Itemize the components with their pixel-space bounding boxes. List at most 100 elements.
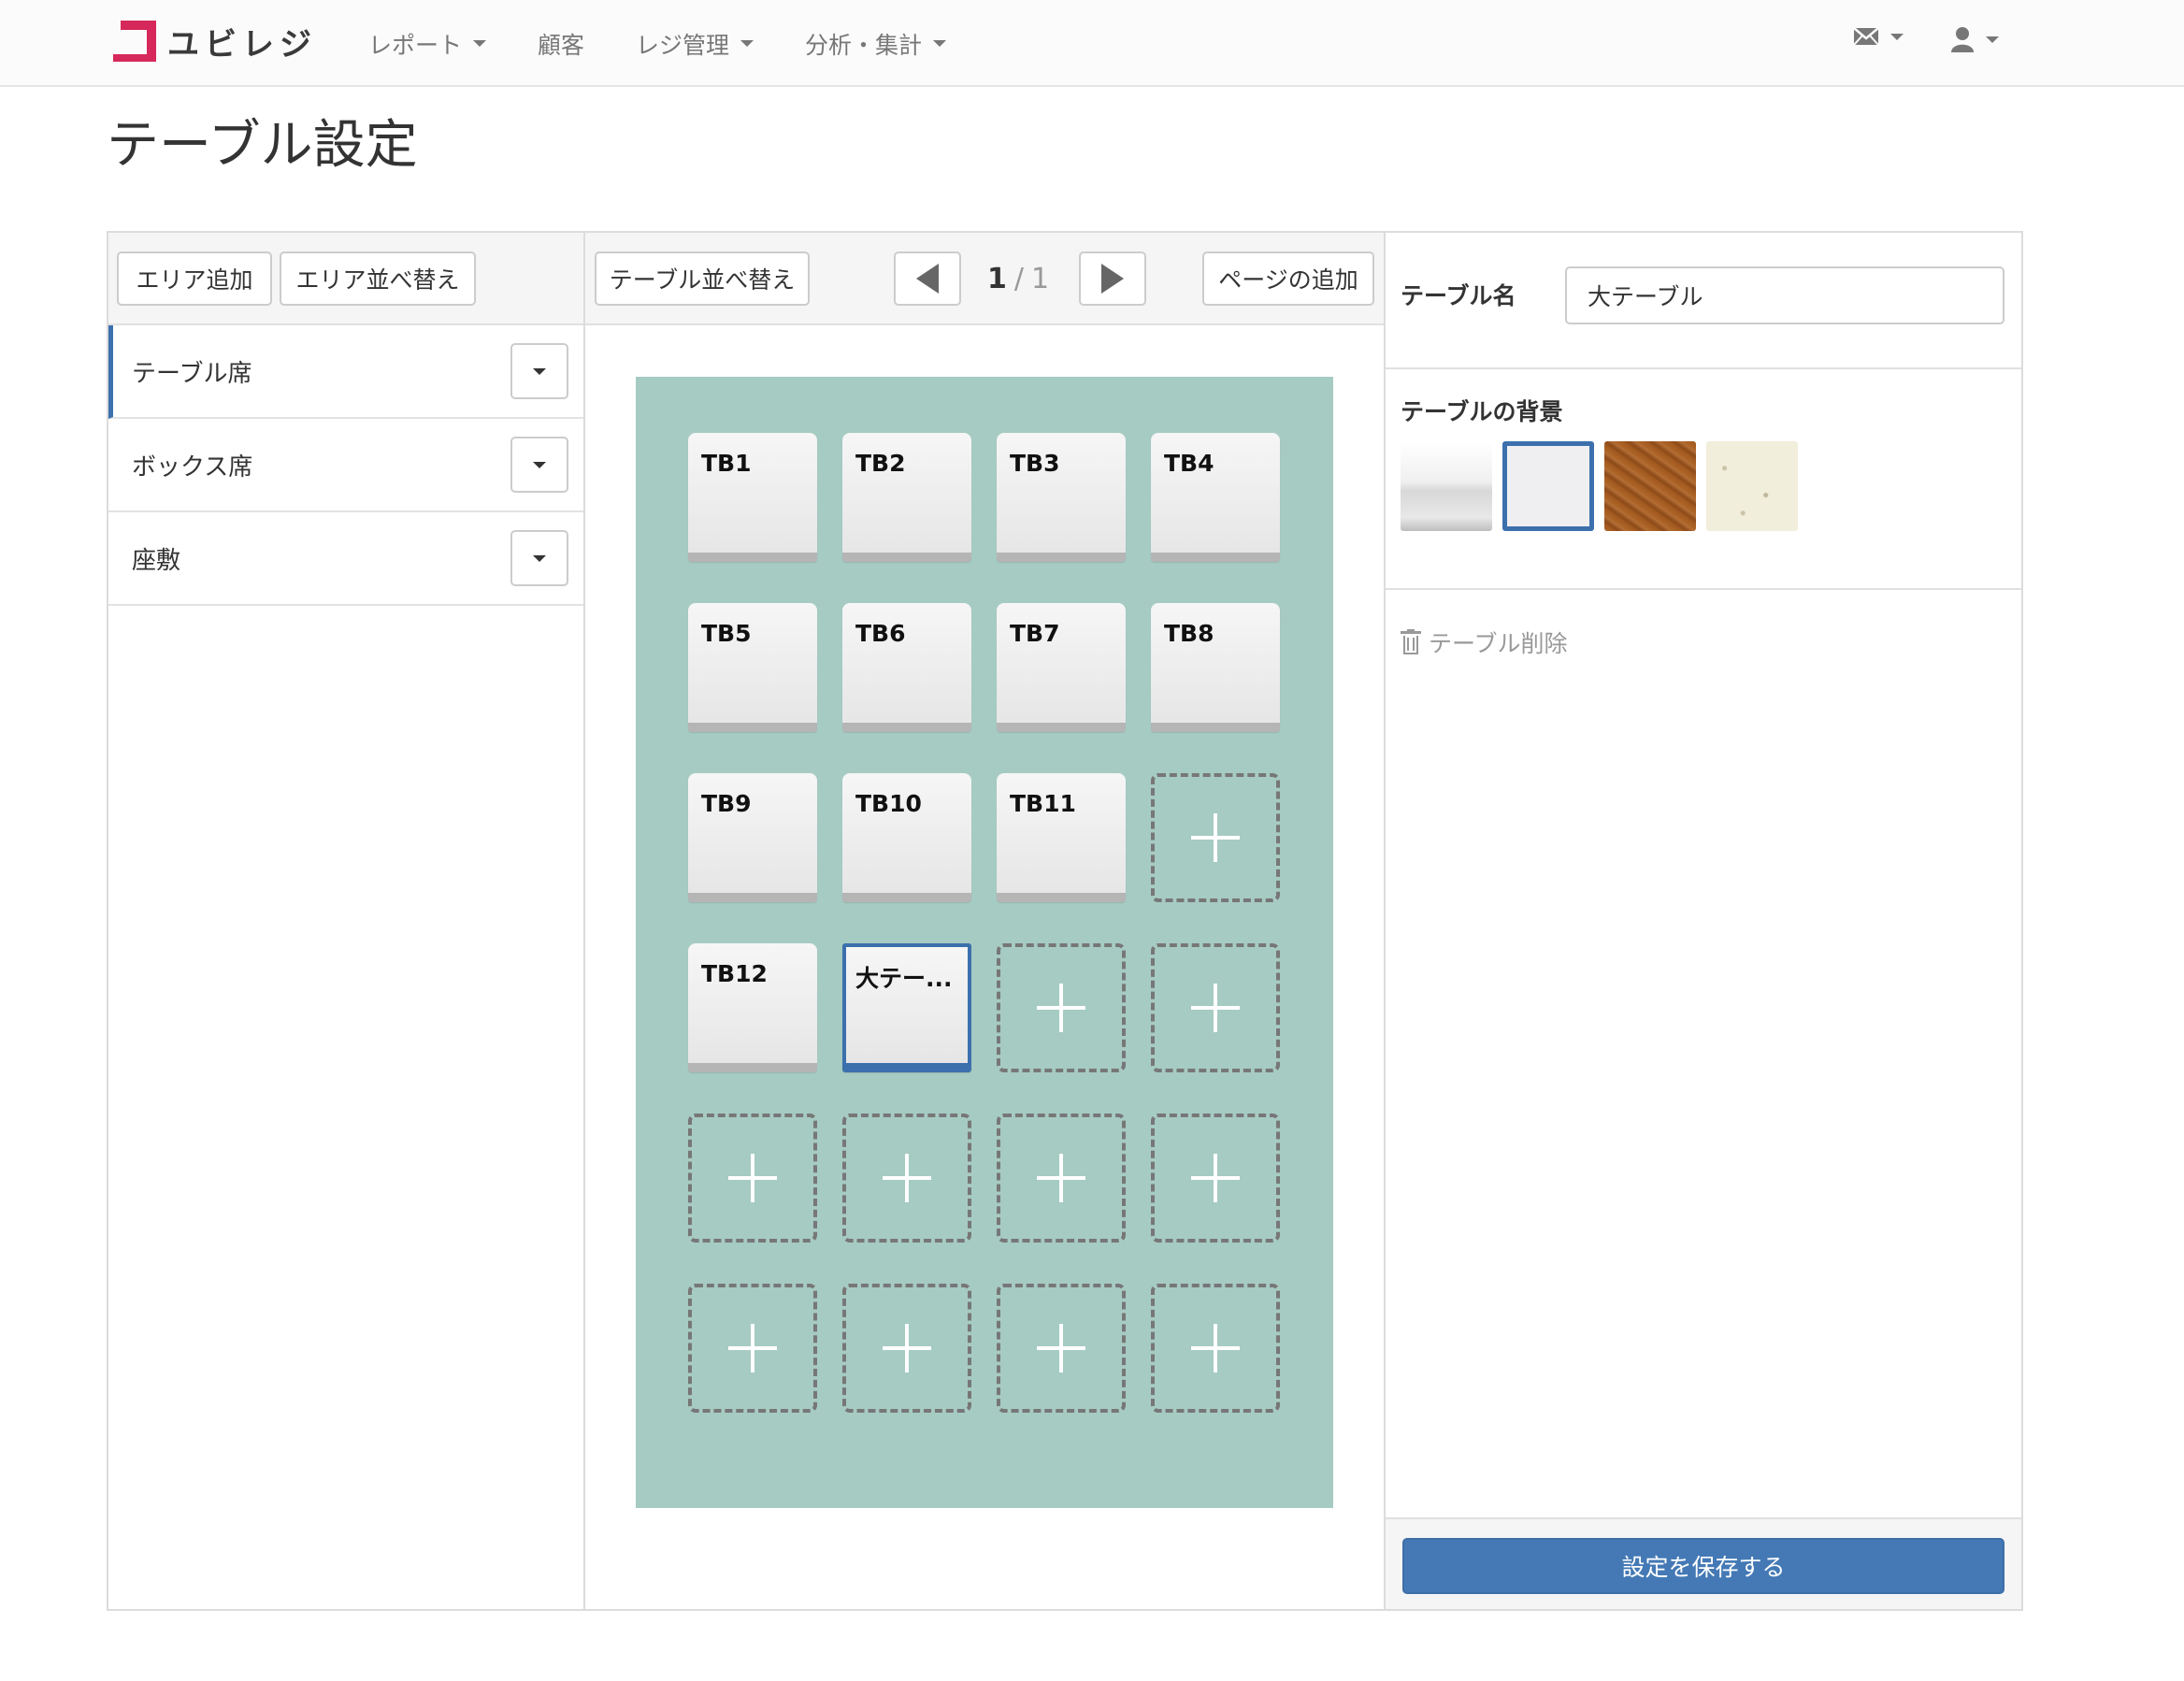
add-table-slot[interactable] <box>1151 943 1280 1072</box>
background-label: テーブルの背景 <box>1401 398 1563 425</box>
add-table-slot[interactable] <box>1151 1113 1280 1243</box>
add-page-button[interactable]: ページの追加 <box>1202 251 1374 306</box>
trash-icon <box>1401 629 1421 655</box>
add-table-slot[interactable] <box>997 1113 1126 1243</box>
caret-down-icon <box>933 40 947 47</box>
table-tile-label: TB4 <box>1164 450 1214 477</box>
nav-item-label: 顧客 <box>538 31 585 59</box>
table-name-input[interactable] <box>1565 266 2004 324</box>
table-tile[interactable]: TB10 <box>842 773 971 902</box>
caret-down-icon <box>1890 33 1904 40</box>
nav-item-customers[interactable]: 顧客 <box>538 27 584 61</box>
table-settings-frame: エリア追加 エリア並べ替え テーブル席 ボックス席 座敷 テーブル並べ替え 1 … <box>107 231 2023 1611</box>
add-table-slot[interactable] <box>1151 1284 1280 1413</box>
plus-icon <box>1191 813 1240 862</box>
nav-item-analytics[interactable]: 分析・集計 <box>805 27 947 61</box>
table-name-label: テーブル名 <box>1401 282 1516 309</box>
arrow-left-icon <box>916 264 939 294</box>
area-item-tatami[interactable]: 座敷 <box>108 512 583 606</box>
plus-icon <box>1191 1324 1240 1372</box>
plus-icon <box>1191 1154 1240 1202</box>
area-dropdown-button[interactable] <box>510 437 568 493</box>
add-table-slot[interactable] <box>842 1113 971 1243</box>
user-menu[interactable] <box>1950 26 1999 52</box>
table-tile[interactable]: TB7 <box>997 603 1126 732</box>
table-tile-label: TB7 <box>1010 620 1060 647</box>
plus-icon <box>1037 1154 1085 1202</box>
table-tile-label: TB6 <box>855 620 906 647</box>
page-title: テーブル設定 <box>107 115 418 176</box>
top-navbar: ユビレジ レポート 顧客 レジ管理 分析・集計 <box>0 0 2184 87</box>
table-tile-label: 大テー... <box>855 965 953 992</box>
add-table-slot[interactable] <box>1151 773 1280 902</box>
save-settings-button[interactable]: 設定を保存する <box>1402 1538 2004 1594</box>
table-tile-label: TB10 <box>855 790 922 817</box>
background-swatch-speckled-cream[interactable] <box>1706 441 1798 531</box>
area-item-label: ボックス席 <box>132 453 253 481</box>
table-tile-label: TB9 <box>701 790 752 817</box>
plus-icon <box>1191 984 1240 1032</box>
table-name-section: テーブル名 <box>1386 233 2021 369</box>
brand-logo[interactable]: ユビレジ <box>113 21 317 64</box>
table-tile[interactable]: TB4 <box>1151 433 1280 562</box>
area-item-table-seats[interactable]: テーブル席 <box>108 325 583 419</box>
table-tile[interactable]: TB12 <box>688 943 817 1072</box>
page-indicator: 1 / 1 <box>961 251 1075 306</box>
table-tile[interactable]: TB9 <box>688 773 817 902</box>
plus-icon <box>883 1324 931 1372</box>
table-tile-label: TB1 <box>701 450 752 477</box>
background-swatch-white-gloss[interactable] <box>1401 441 1492 531</box>
nav-item-report[interactable]: レポート <box>368 27 487 61</box>
brand-name: ユビレジ <box>167 25 317 64</box>
table-tile-label: TB12 <box>701 960 768 987</box>
table-tile[interactable]: TB5 <box>688 603 817 732</box>
area-dropdown-button[interactable] <box>510 343 568 399</box>
table-properties-panel: テーブル名 テーブルの背景 テーブル削除 設定を保存する <box>1386 233 2021 1609</box>
plus-icon <box>728 1324 777 1372</box>
nav-item-label: レポート <box>368 31 463 59</box>
main-nav: レポート 顧客 レジ管理 分析・集計 <box>368 0 998 87</box>
save-footer: 設定を保存する <box>1386 1517 2021 1609</box>
add-table-slot[interactable] <box>688 1113 817 1243</box>
nav-item-label: 分析・集計 <box>805 31 923 59</box>
plus-icon <box>728 1154 777 1202</box>
area-item-box-seats[interactable]: ボックス席 <box>108 419 583 512</box>
background-swatch-wood[interactable] <box>1604 441 1696 531</box>
mail-icon <box>1853 27 1879 46</box>
mail-menu[interactable] <box>1853 26 1904 47</box>
delete-table-label: テーブル削除 <box>1429 630 1568 657</box>
delete-table-button[interactable]: テーブル削除 <box>1401 624 1568 661</box>
current-page: 1 <box>986 262 1007 295</box>
add-table-slot[interactable] <box>688 1284 817 1413</box>
caret-down-icon <box>533 461 546 468</box>
add-table-slot[interactable] <box>842 1284 971 1413</box>
table-tile[interactable]: TB1 <box>688 433 817 562</box>
plus-icon <box>1037 984 1085 1032</box>
table-tile[interactable]: TB3 <box>997 433 1126 562</box>
sort-areas-button[interactable]: エリア並べ替え <box>280 251 476 306</box>
table-tile-label: TB11 <box>1010 790 1076 817</box>
nav-item-register-management[interactable]: レジ管理 <box>636 27 754 61</box>
table-tile-label: TB3 <box>1010 450 1060 477</box>
next-page-button[interactable] <box>1079 251 1146 306</box>
table-tile[interactable]: TB2 <box>842 433 971 562</box>
table-canvas: TB1 TB2 TB3 TB4 TB5 TB6 TB7 TB8 TB9 TB10 TB11 TB12 大… <box>636 377 1333 1508</box>
nav-item-label: レジ管理 <box>636 31 730 59</box>
table-tile[interactable]: TB11 <box>997 773 1126 902</box>
table-tile-label: TB8 <box>1164 620 1214 647</box>
sort-tables-button[interactable]: テーブル並べ替え <box>595 251 810 306</box>
table-tile[interactable]: TB6 <box>842 603 971 732</box>
add-table-slot[interactable] <box>997 943 1126 1072</box>
area-toolbar: エリア追加 エリア並べ替え <box>108 233 583 325</box>
table-tile[interactable]: 大テー... <box>842 943 971 1072</box>
caret-down-icon <box>740 40 754 47</box>
plus-icon <box>883 1154 931 1202</box>
background-swatch-plain-white[interactable] <box>1502 441 1594 531</box>
add-table-slot[interactable] <box>997 1284 1126 1413</box>
total-pages: 1 <box>1030 262 1050 295</box>
prev-page-button[interactable] <box>894 251 961 306</box>
area-dropdown-button[interactable] <box>510 530 568 586</box>
add-area-button[interactable]: エリア追加 <box>117 251 272 306</box>
area-item-label: 座敷 <box>132 546 181 575</box>
table-tile[interactable]: TB8 <box>1151 603 1280 732</box>
